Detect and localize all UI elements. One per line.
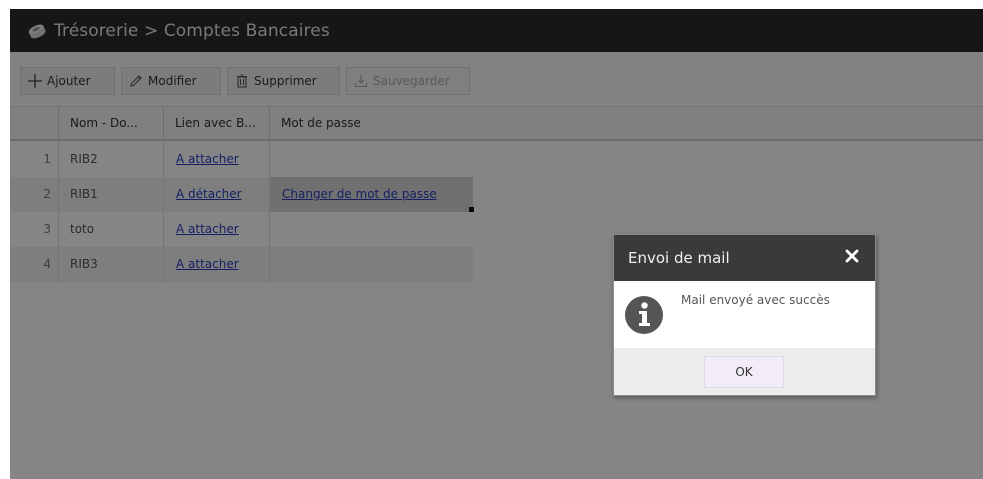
dialog-title: Envoi de mail	[628, 249, 730, 267]
dialog-footer: OK	[614, 348, 875, 395]
dialog-header: Envoi de mail	[614, 235, 875, 281]
dialog-message: Mail envoyé avec succès	[681, 293, 830, 307]
info-icon	[625, 296, 663, 334]
close-icon[interactable]	[845, 249, 859, 263]
mail-sent-dialog: Envoi de mail Mail envoyé avec succès OK	[613, 234, 876, 396]
dialog-body: Mail envoyé avec succès	[614, 281, 875, 348]
ok-button[interactable]: OK	[704, 356, 784, 388]
